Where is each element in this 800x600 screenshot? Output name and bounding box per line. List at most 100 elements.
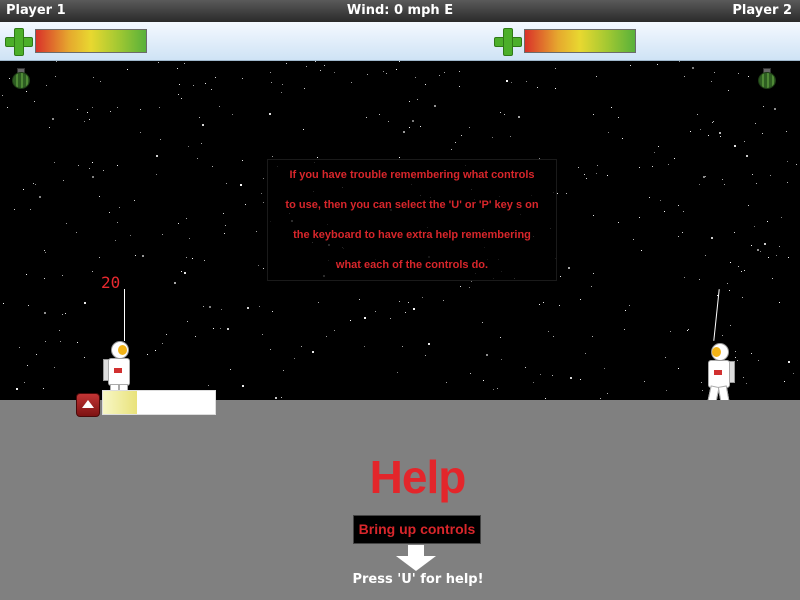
star bbox=[84, 302, 86, 304]
star bbox=[34, 101, 35, 102]
star bbox=[156, 174, 157, 175]
star bbox=[263, 268, 264, 269]
star bbox=[678, 368, 679, 369]
star bbox=[92, 176, 94, 178]
star bbox=[209, 306, 211, 308]
star bbox=[762, 133, 763, 134]
star bbox=[760, 251, 761, 252]
star bbox=[690, 131, 691, 132]
star bbox=[674, 158, 675, 159]
star bbox=[784, 381, 785, 382]
star bbox=[43, 388, 44, 389]
star bbox=[735, 351, 736, 352]
player1-aim-line[interactable] bbox=[124, 289, 125, 341]
star bbox=[242, 385, 244, 387]
star bbox=[39, 196, 41, 198]
star bbox=[27, 365, 28, 366]
star bbox=[772, 278, 773, 279]
star bbox=[193, 85, 194, 86]
player2-grenade-icon[interactable] bbox=[757, 67, 776, 89]
star bbox=[500, 112, 501, 113]
star bbox=[109, 212, 110, 213]
star bbox=[787, 161, 788, 162]
star bbox=[593, 215, 594, 216]
star bbox=[555, 88, 556, 89]
star bbox=[9, 78, 10, 79]
star bbox=[275, 397, 277, 399]
star bbox=[757, 249, 759, 251]
star bbox=[281, 397, 282, 398]
star bbox=[774, 108, 776, 110]
star bbox=[205, 83, 206, 84]
star bbox=[405, 312, 406, 313]
star bbox=[557, 193, 558, 194]
power-up-button[interactable] bbox=[76, 393, 100, 417]
star bbox=[65, 313, 66, 314]
star bbox=[714, 72, 715, 73]
star bbox=[683, 211, 684, 212]
star bbox=[7, 107, 8, 108]
star bbox=[737, 360, 738, 361]
star bbox=[593, 114, 594, 115]
star bbox=[604, 368, 605, 369]
star bbox=[793, 373, 794, 374]
star bbox=[593, 273, 594, 274]
star bbox=[390, 318, 391, 319]
star bbox=[259, 306, 260, 307]
star bbox=[263, 178, 264, 179]
star bbox=[552, 375, 553, 376]
star bbox=[459, 71, 460, 72]
star bbox=[409, 101, 410, 102]
star bbox=[315, 61, 316, 62]
star bbox=[770, 175, 771, 176]
star bbox=[87, 112, 88, 113]
star bbox=[226, 183, 227, 184]
star bbox=[443, 300, 444, 301]
star bbox=[578, 167, 579, 168]
star bbox=[470, 373, 471, 374]
bring-up-controls-button[interactable]: Bring up controls bbox=[353, 515, 481, 544]
star bbox=[687, 330, 688, 331]
star bbox=[460, 286, 461, 287]
star bbox=[258, 265, 259, 266]
star bbox=[181, 271, 182, 272]
star bbox=[294, 358, 295, 359]
star bbox=[700, 129, 701, 130]
star bbox=[199, 117, 200, 118]
star bbox=[678, 205, 679, 206]
player1-grenade-icon[interactable] bbox=[11, 67, 30, 89]
player2-health-bar bbox=[524, 29, 636, 53]
star bbox=[618, 117, 619, 118]
star bbox=[444, 72, 445, 73]
star bbox=[192, 258, 193, 259]
help-message-line: the keyboard to have extra help remember… bbox=[293, 229, 531, 241]
star bbox=[525, 367, 526, 368]
star bbox=[455, 142, 456, 143]
star bbox=[597, 165, 598, 166]
star bbox=[657, 64, 658, 65]
star bbox=[539, 304, 540, 305]
star bbox=[560, 276, 561, 277]
star bbox=[187, 321, 188, 322]
star bbox=[697, 114, 698, 115]
star bbox=[63, 180, 64, 181]
star bbox=[461, 135, 462, 136]
star bbox=[245, 204, 246, 205]
star bbox=[580, 299, 581, 300]
star bbox=[159, 107, 160, 108]
health-panel bbox=[0, 22, 800, 61]
star bbox=[724, 184, 725, 185]
star bbox=[403, 131, 405, 133]
star bbox=[84, 357, 85, 358]
star bbox=[256, 231, 257, 232]
star bbox=[62, 275, 63, 276]
star bbox=[326, 336, 327, 337]
star bbox=[618, 222, 619, 223]
power-meter bbox=[102, 390, 216, 415]
star bbox=[553, 336, 554, 337]
star bbox=[511, 82, 512, 83]
star bbox=[526, 81, 527, 82]
star bbox=[510, 136, 511, 137]
star bbox=[688, 329, 689, 330]
star bbox=[186, 218, 187, 219]
